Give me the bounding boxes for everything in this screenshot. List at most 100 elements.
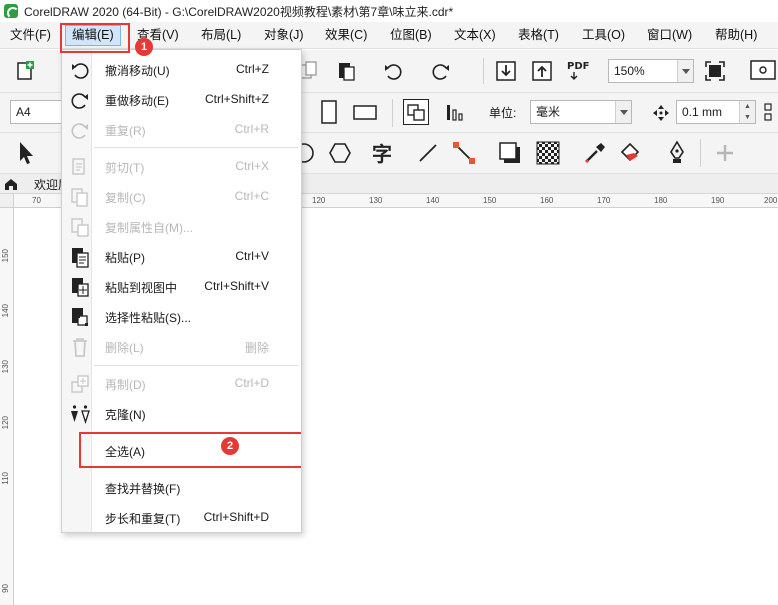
- unit-label: 单位:: [489, 106, 517, 120]
- new-document-icon[interactable]: [12, 58, 38, 84]
- nudge-icon: [648, 100, 674, 126]
- menu-item-undo[interactable]: 撤消移动(U) Ctrl+Z: [62, 56, 301, 84]
- nudge-spinner[interactable]: ▲ ▼: [739, 101, 755, 123]
- ruler-tick: 90: [1, 584, 10, 593]
- menu-item-label: 查找并替换(F): [105, 482, 181, 496]
- menu-item-shortcut: Ctrl+R: [234, 122, 269, 136]
- full-screen-icon[interactable]: [702, 58, 728, 84]
- menu-item-copy[interactable]: 复制(C) Ctrl+C: [62, 183, 301, 211]
- import-icon[interactable]: [493, 58, 519, 84]
- menu-item-delete[interactable]: 删除(L) 删除: [62, 333, 301, 361]
- menu-item-clone[interactable]: 克隆(N): [62, 400, 301, 428]
- menu-item-label: 复制(C): [105, 191, 146, 205]
- home-icon[interactable]: [4, 177, 18, 194]
- menu-item-copy-properties[interactable]: 复制属性自(M)...: [62, 213, 301, 241]
- menu-bitmaps[interactable]: 位图(B): [390, 25, 432, 46]
- vertical-ruler[interactable]: 150 140 130 120 110: [0, 194, 14, 564]
- chevron-down-icon[interactable]: [615, 101, 631, 123]
- undo-toolbar-icon[interactable]: [380, 58, 406, 84]
- polygon-tool-icon[interactable]: [327, 140, 353, 166]
- copy-icon: [69, 186, 91, 208]
- ruler-tick: 120: [312, 196, 326, 205]
- options-icon[interactable]: [748, 58, 778, 84]
- current-page-icon[interactable]: [442, 99, 468, 125]
- text-tool-icon[interactable]: 字: [370, 140, 396, 166]
- menu-item-find-and-replace[interactable]: 查找并替换(F): [62, 474, 301, 502]
- pointer-tool-icon[interactable]: [12, 140, 38, 166]
- menu-item-label: 粘贴到视图中: [105, 281, 178, 295]
- menu-window[interactable]: 窗口(W): [647, 25, 692, 46]
- menu-item-paste-in-view[interactable]: 粘贴到视图中 Ctrl+Shift+V: [62, 273, 301, 301]
- pdf-icon[interactable]: PDF: [566, 58, 592, 84]
- select-all-highlight: [79, 432, 301, 468]
- line-tool-icon[interactable]: [415, 140, 441, 166]
- menu-item-label: 再制(D): [105, 378, 146, 392]
- menu-item-label: 选择性粘贴(S)...: [105, 311, 191, 325]
- menu-effects[interactable]: 效果(C): [325, 25, 367, 46]
- redo-toolbar-icon[interactable]: [428, 58, 454, 84]
- menu-separator: [94, 147, 298, 148]
- menu-item-shortcut: Ctrl+Shift+Z: [204, 92, 269, 106]
- cut-icon: [69, 156, 91, 178]
- step-2-badge: 2: [221, 437, 239, 455]
- eyedropper-icon[interactable]: [582, 140, 608, 166]
- export-icon[interactable]: [529, 58, 555, 84]
- svg-text:PDF: PDF: [567, 61, 589, 72]
- ruler-tick: 140: [426, 196, 440, 205]
- page-size-value: A4: [16, 105, 31, 119]
- plus-icon[interactable]: [712, 140, 738, 166]
- menu-item-shortcut: Ctrl+Z: [236, 62, 269, 76]
- ruler-tick: 170: [597, 196, 611, 205]
- ruler-tick: 150: [483, 196, 497, 205]
- menu-item-paste-special[interactable]: 选择性粘贴(S)...: [62, 303, 301, 331]
- zoom-level-select[interactable]: 150%: [608, 59, 694, 83]
- fill-icon[interactable]: [617, 140, 643, 166]
- pen-tool-icon[interactable]: [664, 140, 690, 166]
- menu-item-shortcut: Ctrl+D: [234, 376, 269, 390]
- menu-item-shortcut: Ctrl+C: [234, 189, 269, 203]
- ruler-tick: 120: [1, 416, 10, 430]
- page-size-select[interactable]: A4: [10, 100, 62, 124]
- paste-special-icon: [69, 306, 91, 328]
- menu-item-label: 步长和重复(T): [105, 512, 181, 526]
- drop-shadow-tool-icon[interactable]: [497, 140, 523, 166]
- menu-help[interactable]: 帮助(H): [715, 25, 757, 46]
- menu-text[interactable]: 文本(X): [454, 25, 496, 46]
- unit-select[interactable]: 毫米: [530, 100, 632, 124]
- menu-item-step-and-repeat[interactable]: 步长和重复(T) Ctrl+Shift+D: [62, 504, 301, 532]
- ruler-tick: 130: [1, 360, 10, 374]
- menu-table[interactable]: 表格(T): [518, 25, 559, 46]
- menu-item-repeat[interactable]: 重复(R) Ctrl+R: [62, 116, 301, 144]
- more-options-icon[interactable]: [762, 99, 778, 125]
- svg-text:字: 字: [372, 142, 392, 165]
- nudge-distance-input[interactable]: 0.1 mm ▲ ▼: [676, 100, 756, 124]
- portrait-orientation-icon[interactable]: [316, 99, 342, 125]
- menu-object[interactable]: 对象(J): [264, 25, 304, 46]
- menu-layout[interactable]: 布局(L): [201, 25, 241, 46]
- menu-item-redo[interactable]: 重做移动(E) Ctrl+Shift+Z: [62, 86, 301, 114]
- edit-menu-highlight: [60, 23, 130, 53]
- unit-value: 毫米: [536, 105, 561, 119]
- menu-separator: [94, 365, 298, 366]
- menu-tools[interactable]: 工具(O): [582, 25, 625, 46]
- transparency-tool-icon[interactable]: [535, 140, 561, 166]
- ruler-tick: 180: [654, 196, 668, 205]
- menu-item-label: 粘贴(P): [105, 251, 145, 265]
- menu-item-label: 删除(L): [105, 341, 144, 355]
- landscape-orientation-icon[interactable]: [352, 99, 378, 125]
- toolbar-separator: [483, 58, 484, 84]
- connector-tool-icon[interactable]: [451, 140, 477, 166]
- menu-file[interactable]: 文件(F): [10, 25, 51, 46]
- all-pages-icon[interactable]: [403, 99, 429, 125]
- clone-icon: [69, 403, 91, 425]
- chevron-down-icon[interactable]: [677, 60, 693, 82]
- ruler-tick: 190: [711, 196, 725, 205]
- ruler-origin[interactable]: [0, 194, 14, 208]
- nudge-distance-value: 0.1 mm: [682, 105, 723, 119]
- menu-item-label: 剪切(T): [105, 161, 145, 175]
- menu-item-paste[interactable]: 粘贴(P) Ctrl+V: [62, 243, 301, 271]
- paste-toolbar-icon[interactable]: [333, 58, 359, 84]
- toolbar-separator: [700, 139, 701, 167]
- menu-item-duplicate[interactable]: 再制(D) Ctrl+D: [62, 370, 301, 398]
- menu-item-cut[interactable]: 剪切(T) Ctrl+X: [62, 153, 301, 181]
